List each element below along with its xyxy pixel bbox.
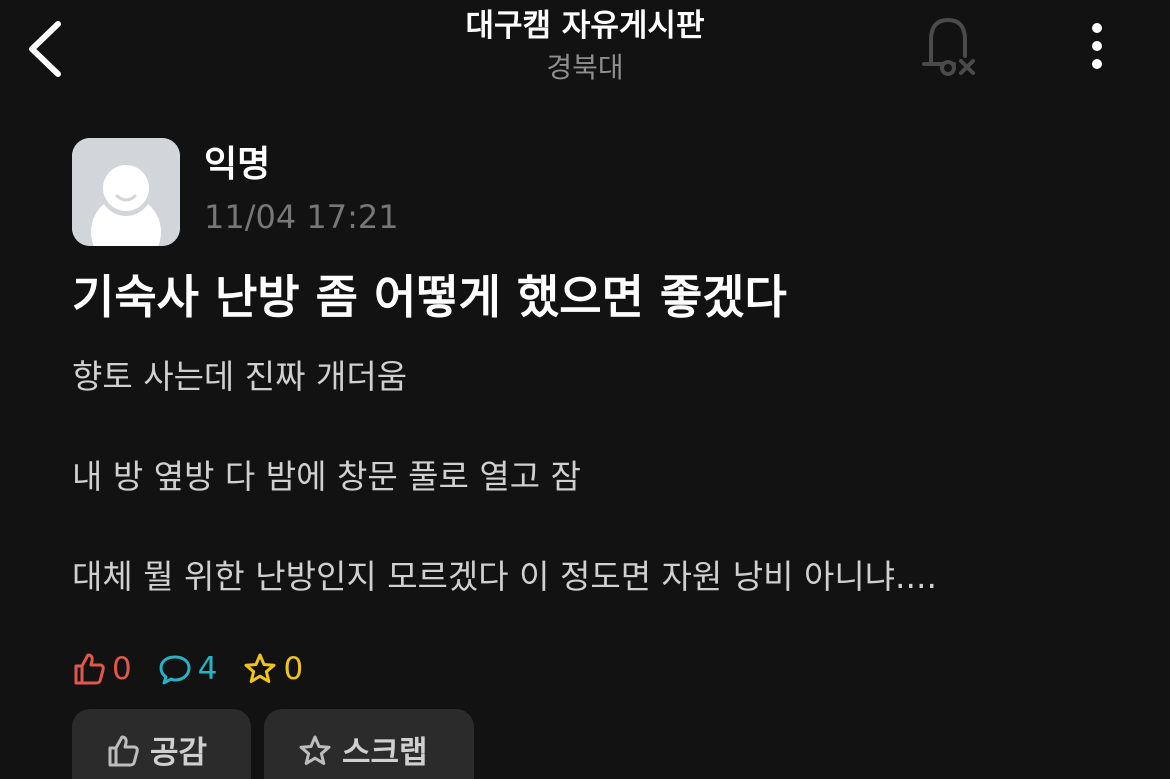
back-button[interactable] — [22, 18, 70, 80]
scrap-count-stat: 0 — [243, 646, 303, 692]
comment-count: 4 — [197, 651, 218, 687]
board-title: 대구캠 자유게시판 — [465, 8, 705, 44]
like-button[interactable]: 공감 — [72, 709, 251, 779]
post-title: 기숙사 난방 좀 어떻게 했으면 좋겠다 — [72, 270, 787, 324]
like-button-label: 공감 — [150, 735, 208, 771]
thumbs-up-icon — [74, 653, 105, 685]
post-body-line: 대체 뭘 위한 난방인지 모르겠다 이 정도면 자원 낭비 아니냐.... — [72, 557, 938, 596]
chevron-left-icon — [29, 21, 61, 77]
anonymous-avatar-icon — [72, 138, 180, 246]
board-title-block: 대구캠 자유게시판 경북대 — [385, 6, 785, 88]
more-options-button[interactable] — [1080, 18, 1114, 74]
notification-toggle-button[interactable] — [918, 14, 982, 80]
star-icon — [244, 653, 276, 683]
comment-bubble-icon — [159, 655, 191, 685]
like-count: 0 — [112, 651, 132, 687]
post-body-line: 향토 사는데 진짜 개더움 — [72, 357, 408, 396]
bell-off-icon — [922, 18, 975, 76]
comment-count-stat: 4 — [158, 646, 218, 692]
scrap-button-label: 스크랩 — [342, 735, 428, 771]
scrap-count: 0 — [283, 651, 304, 687]
author-avatar — [72, 138, 180, 246]
author-name: 익명 — [204, 144, 271, 185]
more-vertical-icon — [1092, 23, 1102, 69]
star-icon — [299, 735, 331, 765]
post-screen: 대구캠 자유게시판 경북대 익명 11/04 17:21 기숙사 난방 좀 어떻… — [0, 0, 1170, 779]
top-bar: 대구캠 자유게시판 경북대 — [0, 0, 1170, 100]
thumbs-up-icon — [108, 735, 139, 767]
post-stats: 0 4 0 — [72, 646, 329, 692]
scrap-button[interactable]: 스크랩 — [264, 709, 474, 779]
post-timestamp: 11/04 17:21 — [204, 198, 399, 236]
post-body: 향토 사는데 진짜 개더움 내 방 옆방 다 밤에 창문 풀로 열고 잠 대체 … — [72, 348, 1132, 648]
school-name: 경북대 — [546, 51, 624, 84]
post-body-line: 내 방 옆방 다 밤에 창문 풀로 열고 잠 — [72, 457, 581, 496]
like-count-stat: 0 — [72, 646, 132, 692]
